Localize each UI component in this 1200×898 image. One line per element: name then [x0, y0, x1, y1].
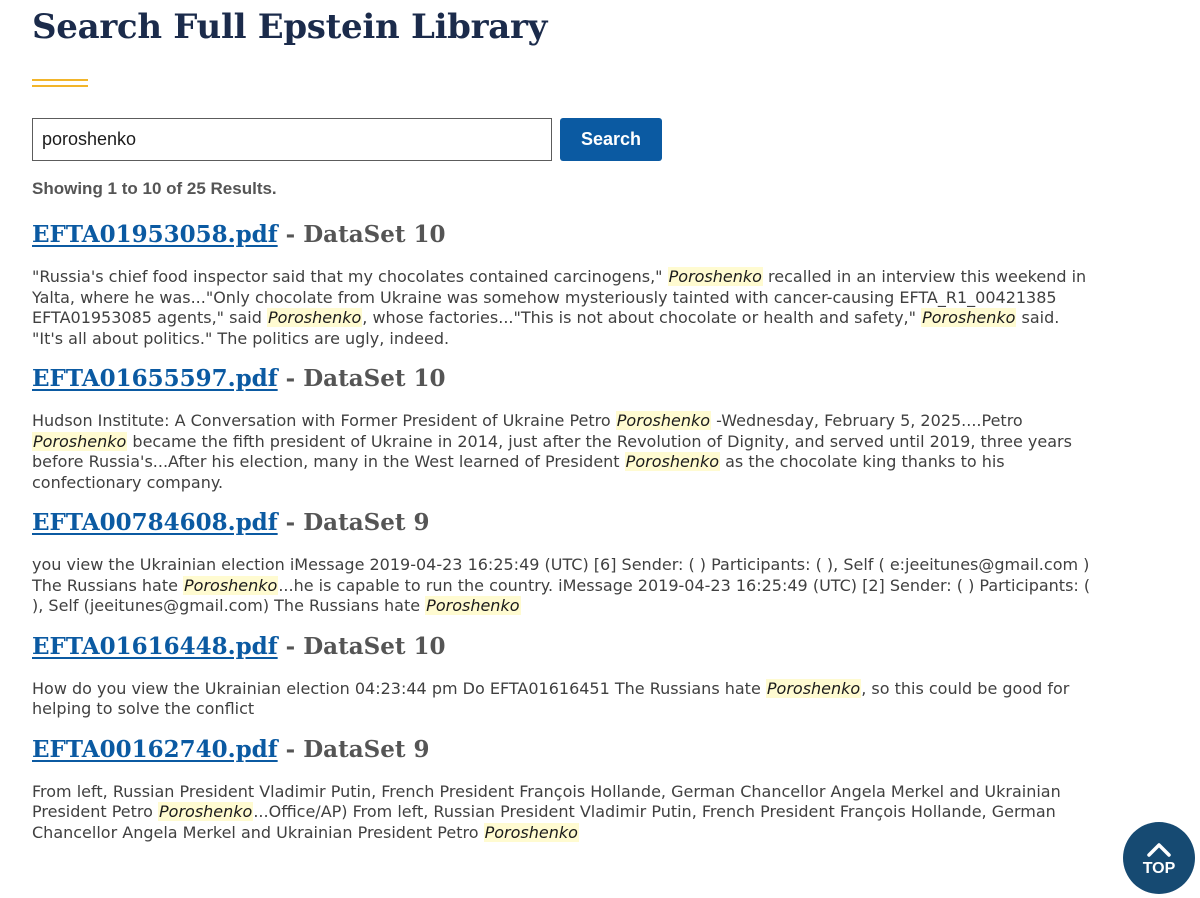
result-heading: EFTA01953058.pdf - DataSet 10	[32, 219, 1092, 251]
result-file-link[interactable]: EFTA00784608.pdf	[32, 509, 278, 536]
back-to-top-button[interactable]: TOP	[1123, 822, 1195, 894]
result-item: EFTA01655597.pdf - DataSet 10 Hudson Inst…	[32, 363, 1092, 493]
search-input[interactable]	[32, 118, 552, 161]
result-dataset: - DataSet 10	[277, 221, 446, 248]
search-term-highlight: Poroshenko	[667, 267, 763, 286]
snippet-text: How do you view the Ukrainian election 0…	[32, 678, 766, 698]
result-snippet: Hudson Institute: A Conversation with Fo…	[32, 411, 1092, 493]
snippet-text: Hudson Institute: A Conversation with Fo…	[32, 411, 616, 430]
accent-line-bottom	[32, 85, 88, 87]
result-file-link[interactable]: EFTA00162740.pdf	[32, 736, 278, 763]
result-heading: EFTA00784608.pdf - DataSet 9	[32, 507, 1092, 539]
back-to-top-label: TOP	[1142, 860, 1176, 877]
search-term-highlight: Poroshenko	[483, 822, 579, 842]
result-heading: EFTA00162740.pdf - DataSet 9	[32, 734, 1092, 766]
result-item: EFTA00162740.pdf - DataSet 9 From left, R…	[32, 734, 1092, 844]
accent-line-top	[32, 79, 88, 81]
search-term-highlight: Poroshenko	[183, 575, 279, 595]
chevron-up-icon	[1147, 843, 1171, 857]
result-snippet: From left, Russian President Vladimir Pu…	[32, 782, 1092, 844]
search-button[interactable]: Search	[560, 118, 662, 161]
search-term-highlight: Poroshenko	[32, 431, 128, 451]
search-term-highlight: Poroshenko	[158, 802, 254, 821]
snippet-text: , whose factories..."This is not about c…	[362, 308, 922, 327]
result-dataset: - DataSet 9	[277, 735, 430, 763]
search-form: Search	[32, 118, 1092, 161]
result-dataset: - DataSet 10	[277, 365, 446, 392]
result-item: EFTA01616448.pdf - DataSet 10 How do you …	[32, 631, 1092, 720]
search-term-highlight: Poroshenko	[921, 308, 1017, 327]
result-item: EFTA01953058.pdf - DataSet 10 "Russia's c…	[32, 219, 1092, 349]
title-accent-rule	[32, 79, 88, 87]
search-term-highlight: Poroshenko	[266, 308, 363, 327]
snippet-text: "Russia's chief food inspector said that…	[32, 267, 668, 286]
search-term-highlight: Poroshenko	[615, 411, 712, 430]
result-heading: EFTA01655597.pdf - DataSet 10	[32, 363, 1092, 395]
search-term-highlight: Poroshenko	[765, 678, 862, 698]
result-snippet: "Russia's chief food inspector said that…	[32, 267, 1092, 349]
result-dataset: - DataSet 10	[277, 632, 446, 660]
result-file-link[interactable]: EFTA01616448.pdf	[32, 633, 278, 660]
results-summary: Showing 1 to 10 of 25 Results.	[32, 179, 277, 198]
result-file-link[interactable]: EFTA01953058.pdf	[32, 221, 278, 248]
result-item: EFTA00784608.pdf - DataSet 9 you view the…	[32, 507, 1092, 617]
search-term-highlight: Poroshenko	[624, 452, 720, 471]
result-file-link[interactable]: EFTA01655597.pdf	[32, 365, 278, 392]
result-snippet: you view the Ukrainian election iMessage…	[32, 555, 1092, 617]
result-dataset: - DataSet 9	[277, 509, 430, 536]
page-title: Search Full Epstein Library	[32, 7, 548, 47]
search-page: Search Full Epstein Library Search Showi…	[32, 0, 1092, 857]
result-snippet: How do you view the Ukrainian election 0…	[32, 678, 1092, 720]
search-term-highlight: Poroshenko	[425, 596, 521, 615]
snippet-text: -Wednesday, February 5, 2025....Petro	[711, 411, 1023, 430]
result-heading: EFTA01616448.pdf - DataSet 10	[32, 631, 1092, 663]
results-list: EFTA01953058.pdf - DataSet 10 "Russia's c…	[32, 219, 1092, 843]
